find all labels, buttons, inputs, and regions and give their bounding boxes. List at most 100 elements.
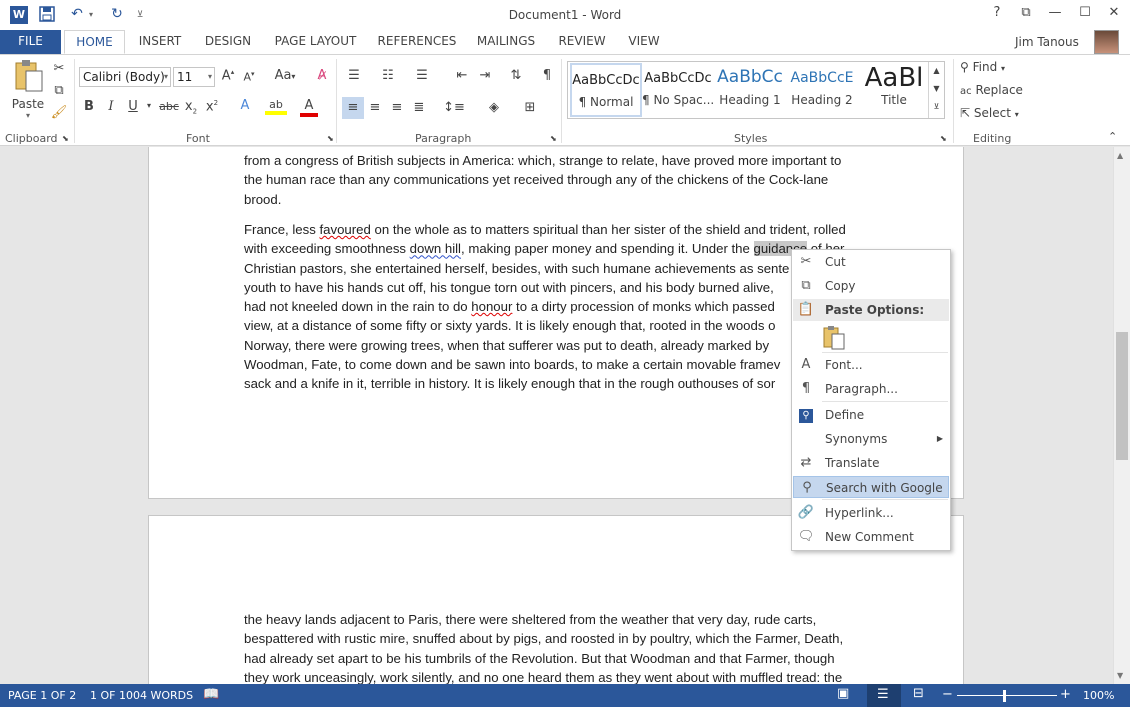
close-button[interactable]: ✕: [1102, 5, 1126, 25]
menu-item-define[interactable]: ⚲ Define: [793, 404, 949, 426]
clipboard-launcher-icon[interactable]: ⬊: [62, 134, 69, 143]
more-styles-icon[interactable]: ⊻: [929, 98, 944, 116]
menu-item-translate[interactable]: ⇄ Translate: [793, 452, 949, 474]
scroll-thumb[interactable]: [1116, 332, 1128, 460]
tab-mailings[interactable]: MAILINGS: [470, 30, 542, 54]
style-sample: AaBbCcDc: [572, 73, 640, 88]
format-painter-icon[interactable]: 🖌: [50, 105, 68, 120]
scroll-up-icon[interactable]: ▲: [929, 62, 944, 80]
scroll-down-icon[interactable]: ▼: [1117, 671, 1123, 680]
tab-view[interactable]: VIEW: [622, 30, 666, 54]
zoom-slider-track[interactable]: [957, 695, 1057, 696]
zoom-in-icon[interactable]: +: [1060, 687, 1071, 702]
font-color-icon[interactable]: A: [300, 98, 318, 117]
find-button[interactable]: ⚲ Find ▾: [960, 60, 1020, 74]
tab-file[interactable]: FILE: [0, 30, 61, 54]
read-mode-icon[interactable]: ▣: [837, 686, 849, 701]
user-name[interactable]: Jim Tanous: [1015, 35, 1079, 49]
subscript-icon[interactable]: x2: [183, 99, 199, 116]
select-button[interactable]: ⇱ Select ▾: [960, 106, 1030, 120]
vertical-scrollbar[interactable]: ▲ ▼: [1113, 147, 1130, 684]
tab-design[interactable]: DESIGN: [198, 30, 258, 54]
menu-item-copy[interactable]: ⧉ Copy: [793, 275, 949, 297]
show-formatting-icon[interactable]: ¶: [539, 68, 555, 83]
menu-item-font[interactable]: A Font...: [793, 354, 949, 376]
tab-home[interactable]: HOME: [64, 30, 125, 54]
zoom-slider-thumb[interactable]: [1003, 690, 1006, 702]
paragraph-launcher-icon[interactable]: ⬊: [550, 134, 557, 143]
word-count[interactable]: 1 OF 1004 WORDS: [90, 689, 193, 702]
proofing-icon[interactable]: 📖: [203, 687, 219, 702]
paste-button[interactable]: Paste ▾: [8, 59, 48, 123]
change-case-icon[interactable]: Aa▾: [270, 68, 300, 83]
text-effects-icon[interactable]: A: [236, 98, 254, 113]
menu-item-search-with-google[interactable]: ⚲ Search with Google: [793, 476, 949, 498]
superscript-icon[interactable]: x2: [204, 99, 220, 114]
print-layout-button[interactable]: ☰: [867, 684, 901, 707]
font-icon: A: [801, 357, 811, 372]
multilevel-list-icon[interactable]: ☰: [411, 68, 433, 83]
maximize-button[interactable]: ☐: [1073, 5, 1097, 25]
text-run: France, less: [244, 222, 320, 237]
tab-review[interactable]: REVIEW: [552, 30, 612, 54]
style-normal[interactable]: AaBbCcDc ¶ Normal: [570, 63, 642, 117]
menu-item-paragraph[interactable]: ¶ Paragraph...: [793, 378, 949, 400]
style-heading-2[interactable]: AaBbCcE Heading 2: [786, 63, 858, 117]
bullets-icon[interactable]: ☰: [343, 68, 365, 83]
hyperlink-icon: 🔗: [797, 505, 815, 520]
paste-keep-text-icon[interactable]: [822, 325, 846, 351]
copy-icon[interactable]: ⧉: [50, 83, 68, 98]
collapse-ribbon-icon[interactable]: ⌃: [1108, 130, 1117, 143]
spelling-error[interactable]: honour: [471, 299, 512, 314]
decrease-indent-icon[interactable]: ⇤: [453, 68, 471, 83]
replace-button[interactable]: ac Replace: [960, 83, 1030, 97]
scroll-down-icon[interactable]: ▼: [929, 80, 944, 98]
web-layout-icon[interactable]: ⊟: [913, 686, 924, 701]
underline-icon[interactable]: U: [126, 99, 140, 114]
text-highlight-icon[interactable]: ab: [265, 98, 287, 115]
tab-insert[interactable]: INSERT: [132, 30, 188, 54]
ribbon-display-options-button[interactable]: ⧉: [1014, 5, 1038, 25]
scroll-up-icon[interactable]: ▲: [1117, 151, 1123, 160]
minimize-button[interactable]: —: [1043, 5, 1067, 25]
line-spacing-icon[interactable]: ↕≡: [442, 100, 466, 115]
grammar-error[interactable]: down hill: [410, 241, 461, 256]
borders-icon[interactable]: ⊞: [518, 100, 542, 115]
clear-formatting-icon[interactable]: A̷: [313, 68, 331, 83]
shrink-font-icon[interactable]: A▾: [241, 70, 257, 84]
tab-page-layout[interactable]: PAGE LAYOUT: [268, 30, 363, 54]
font-family-combo[interactable]: Calibri (Body) ▾: [79, 67, 171, 87]
tab-references[interactable]: REFERENCES: [374, 30, 460, 54]
align-left-icon[interactable]: ≡: [342, 97, 364, 119]
style-no-spacing[interactable]: AaBbCcDc ¶ No Spac...: [642, 63, 714, 117]
zoom-out-icon[interactable]: −: [942, 687, 953, 702]
menu-item-synonyms[interactable]: Synonyms ▶: [793, 428, 949, 450]
grow-font-icon[interactable]: A▴: [220, 68, 236, 83]
justify-icon[interactable]: ≣: [410, 100, 428, 115]
shading-icon[interactable]: ◈: [482, 100, 506, 115]
font-size-combo[interactable]: 11 ▾: [173, 67, 215, 87]
menu-item-new-comment[interactable]: 🗨 New Comment: [793, 526, 949, 548]
zoom-level[interactable]: 100%: [1083, 689, 1114, 702]
help-button[interactable]: ?: [985, 5, 1009, 25]
numbering-icon[interactable]: ☷: [377, 68, 399, 83]
style-title[interactable]: AaBl Title: [858, 63, 930, 117]
paragraph: from a congress of British subjects in A…: [244, 151, 884, 209]
spelling-error[interactable]: favoured: [320, 222, 371, 237]
avatar[interactable]: [1094, 30, 1119, 54]
cut-icon[interactable]: ✂: [50, 61, 68, 76]
align-right-icon[interactable]: ≡: [388, 100, 406, 115]
menu-item-hyperlink[interactable]: 🔗 Hyperlink...: [793, 502, 949, 524]
align-center-icon[interactable]: ≡: [366, 100, 384, 115]
sort-icon[interactable]: ⇅: [507, 68, 525, 83]
styles-launcher-icon[interactable]: ⬊: [940, 134, 947, 143]
style-heading-1[interactable]: AaBbCc Heading 1: [714, 63, 786, 117]
bold-icon[interactable]: B: [82, 99, 96, 114]
italic-icon[interactable]: I: [104, 99, 118, 114]
increase-indent-icon[interactable]: ⇥: [476, 68, 494, 83]
strikethrough-icon[interactable]: abc: [159, 100, 179, 113]
page-count[interactable]: PAGE 1 OF 2: [8, 689, 76, 702]
underline-dropdown-icon[interactable]: ▾: [145, 101, 153, 110]
font-launcher-icon[interactable]: ⬊: [327, 134, 334, 143]
menu-item-cut[interactable]: ✂ Cut: [793, 251, 949, 273]
